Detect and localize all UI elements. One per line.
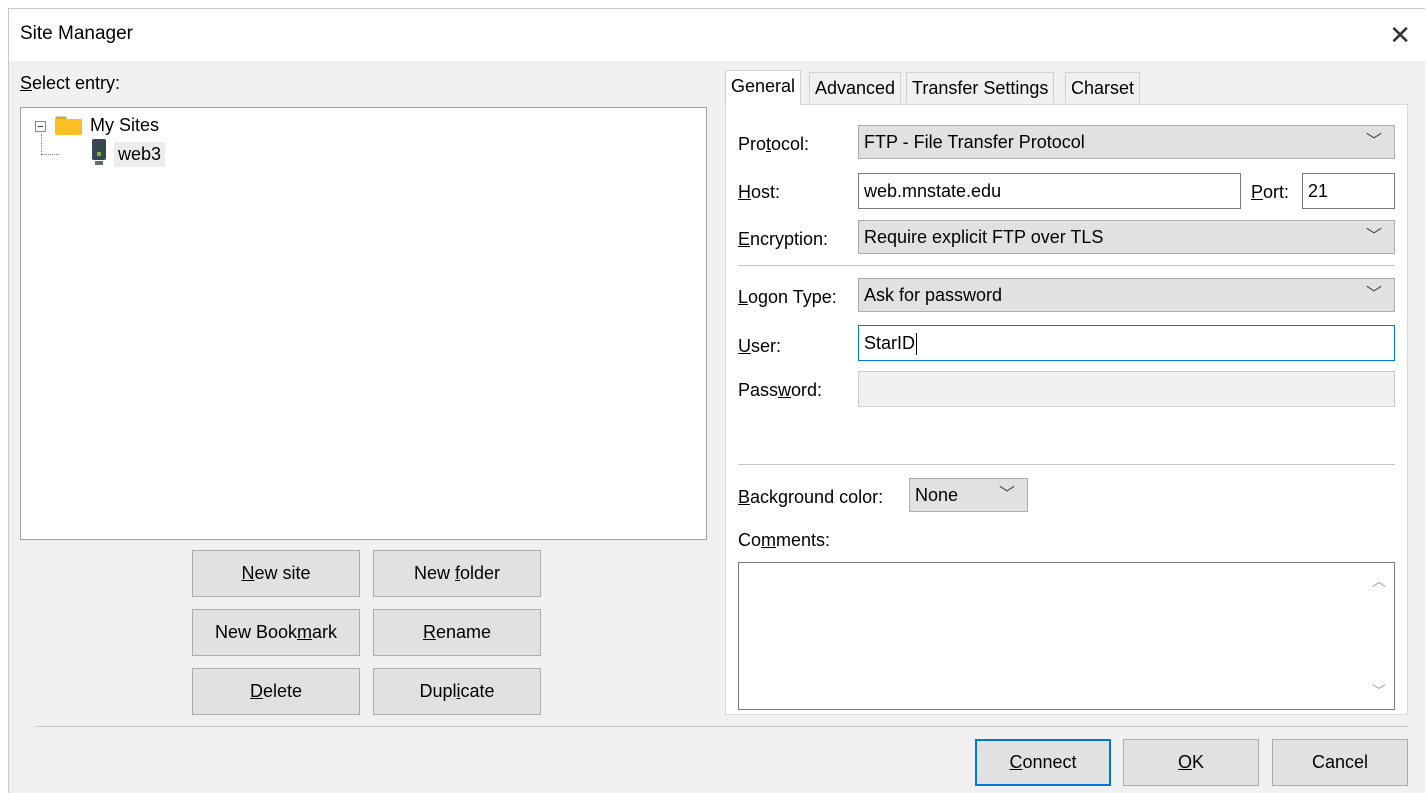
comments-label: Comments:: [738, 530, 831, 550]
general-panel: Protocol: FTP - File Transfer Protocol ﹀…: [725, 104, 1408, 715]
new-site-button[interactable]: New site: [192, 550, 360, 597]
tree-connector-branch: [41, 154, 59, 155]
ok-button[interactable]: OK: [1123, 739, 1259, 786]
chevron-down-icon: ﹀: [1365, 286, 1382, 303]
tab-transfer-settings[interactable]: Transfer Settings: [906, 72, 1055, 103]
chevron-down-icon: ﹀: [998, 486, 1015, 503]
select-entry-label: Select entry:: [20, 73, 121, 93]
chevron-down-icon: ﹀: [1365, 228, 1382, 245]
divider: [738, 464, 1395, 465]
logon-type-label: Logon Type:: [738, 287, 837, 307]
protocol-label: Protocol:: [738, 134, 810, 154]
comments-textarea[interactable]: ︿ ﹀: [738, 562, 1395, 710]
tree-connector: [41, 134, 42, 154]
host-label: Host:: [738, 182, 781, 202]
folder-icon: [55, 116, 82, 135]
logon-type-select[interactable]: Ask for password ﹀: [858, 278, 1395, 312]
divider: [738, 265, 1395, 266]
site-tree[interactable]: My Sites web3: [20, 107, 707, 540]
delete-button[interactable]: Delete: [192, 668, 360, 715]
tab-general[interactable]: General: [725, 70, 802, 105]
scroll-up-icon[interactable]: ︿: [1372, 571, 1386, 591]
duplicate-button[interactable]: Duplicate: [373, 668, 541, 715]
port-input[interactable]: 21: [1302, 173, 1395, 209]
encryption-label: Encryption:: [738, 229, 829, 249]
password-label: Password:: [738, 380, 823, 400]
user-input[interactable]: StarID: [858, 325, 1395, 361]
password-input[interactable]: [858, 371, 1395, 407]
port-label: Port:: [1251, 182, 1290, 202]
close-icon[interactable]: ✕: [1389, 15, 1411, 55]
connect-button[interactable]: Connect: [975, 739, 1111, 786]
background-color-select[interactable]: None ﹀: [909, 478, 1028, 512]
text-caret: [916, 333, 918, 356]
new-bookmark-button[interactable]: New Bookmark: [192, 609, 360, 656]
encryption-select[interactable]: Require explicit FTP over TLS ﹀: [858, 220, 1395, 254]
user-label: User:: [738, 336, 782, 356]
rename-button[interactable]: Rename: [373, 609, 541, 656]
minus-box-icon[interactable]: [35, 121, 46, 132]
footer-divider: [35, 726, 1408, 727]
title-bar: Site Manager ✕: [9, 9, 1425, 61]
host-input[interactable]: web.mnstate.edu: [858, 173, 1241, 209]
tab-advanced[interactable]: Advanced: [809, 72, 902, 103]
cancel-button[interactable]: Cancel: [1272, 739, 1408, 786]
server-icon: [92, 139, 106, 165]
site-manager-window: Site Manager ✕ Select entry: My Sites we…: [8, 8, 1425, 793]
tree-item-my-sites[interactable]: My Sites: [90, 115, 159, 136]
chevron-down-icon: ﹀: [1365, 133, 1382, 150]
new-folder-button[interactable]: New folder: [373, 550, 541, 597]
tab-charset[interactable]: Charset: [1065, 72, 1141, 103]
protocol-select[interactable]: FTP - File Transfer Protocol ﹀: [858, 125, 1395, 159]
scroll-down-icon[interactable]: ﹀: [1372, 681, 1386, 701]
window-title: Site Manager: [20, 23, 134, 44]
tree-item-web3[interactable]: web3: [114, 142, 166, 167]
background-color-label: Background color:: [738, 487, 884, 507]
